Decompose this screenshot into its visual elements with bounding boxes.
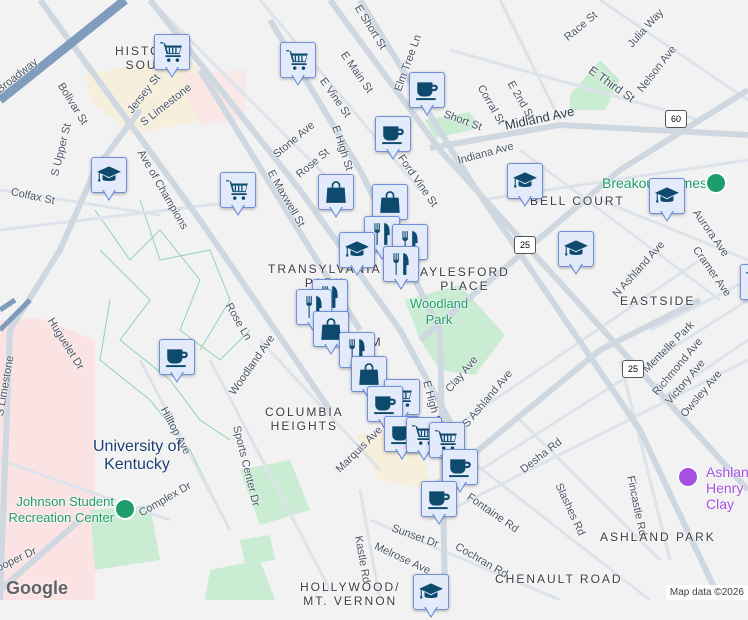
cart-icon xyxy=(285,47,311,73)
cart-icon xyxy=(225,177,251,203)
neighborhood-label: AYLESFORD PLACE xyxy=(420,265,510,293)
park-south-4 xyxy=(240,535,275,565)
coffee-marker[interactable] xyxy=(409,72,445,118)
school-marker[interactable] xyxy=(339,232,375,278)
route-shield-60: 60 xyxy=(665,110,687,128)
grocery-marker[interactable] xyxy=(220,172,256,218)
graduation-cap-icon xyxy=(96,162,122,188)
coffee-marker[interactable] xyxy=(375,116,411,162)
grocery-marker[interactable] xyxy=(154,34,190,80)
route-shield-25: 25 xyxy=(622,360,644,378)
school-marker[interactable] xyxy=(413,574,449,620)
neighborhood-label: HOLLYWOOD/ MT. VERNON xyxy=(300,580,401,608)
ashland-label[interactable]: Ashland Henry Clay xyxy=(706,464,748,512)
map-attribution[interactable]: Map data ©2026 xyxy=(665,585,748,600)
graduation-cap-icon xyxy=(654,183,680,209)
route-shield-25: 25 xyxy=(514,236,536,254)
fork-knife-icon xyxy=(388,251,414,277)
school-marker[interactable] xyxy=(649,178,685,224)
school-marker[interactable] xyxy=(91,157,127,203)
neighborhood-label: ASHLAND PARK xyxy=(600,530,716,544)
graduation-cap-icon xyxy=(512,168,538,194)
neighborhood-label: CHENAULT ROAD xyxy=(495,572,623,586)
coffee-marker[interactable] xyxy=(159,339,195,385)
coffee-cup-icon xyxy=(380,121,406,147)
school-marker[interactable] xyxy=(507,163,543,209)
restaurant-marker[interactable] xyxy=(383,246,419,292)
coffee-cup-icon xyxy=(426,486,452,512)
graduation-cap-icon xyxy=(344,237,370,263)
university-label[interactable]: University of Kentucky xyxy=(82,438,192,474)
graduation-cap-icon xyxy=(418,579,444,605)
grocery-marker[interactable] xyxy=(280,42,316,88)
coffee-cup-icon xyxy=(164,344,190,370)
graduation-cap-icon xyxy=(563,236,589,262)
rec-center-pin[interactable] xyxy=(114,498,136,520)
neighborhood-label: EASTSIDE xyxy=(620,294,696,308)
woodland-park-label[interactable]: Woodland Park xyxy=(404,296,474,328)
coffee-cup-icon xyxy=(372,391,398,417)
school-marker[interactable] xyxy=(558,231,594,277)
grocery-marker[interactable] xyxy=(740,264,748,310)
breakout-games-pin[interactable] xyxy=(705,172,727,194)
cart-icon xyxy=(159,39,185,65)
shopping-marker[interactable] xyxy=(318,174,354,220)
ashland-pin[interactable] xyxy=(677,466,699,488)
coffee-cup-icon xyxy=(447,454,473,480)
shopping-bag-icon xyxy=(377,189,403,215)
park-south-3 xyxy=(205,560,275,600)
neighborhood-label: COLUMBIA HEIGHTS xyxy=(265,405,344,433)
coffee-cup-icon xyxy=(414,77,440,103)
coffee-marker[interactable] xyxy=(421,481,457,527)
neighborhood-label: BELL COURT xyxy=(530,194,625,208)
rec-center-label[interactable]: Johnson Student Recreation Center xyxy=(4,494,115,526)
shopping-bag-icon xyxy=(323,179,349,205)
google-logo[interactable]: Google xyxy=(6,578,68,599)
shopping-bag-icon xyxy=(356,361,382,387)
